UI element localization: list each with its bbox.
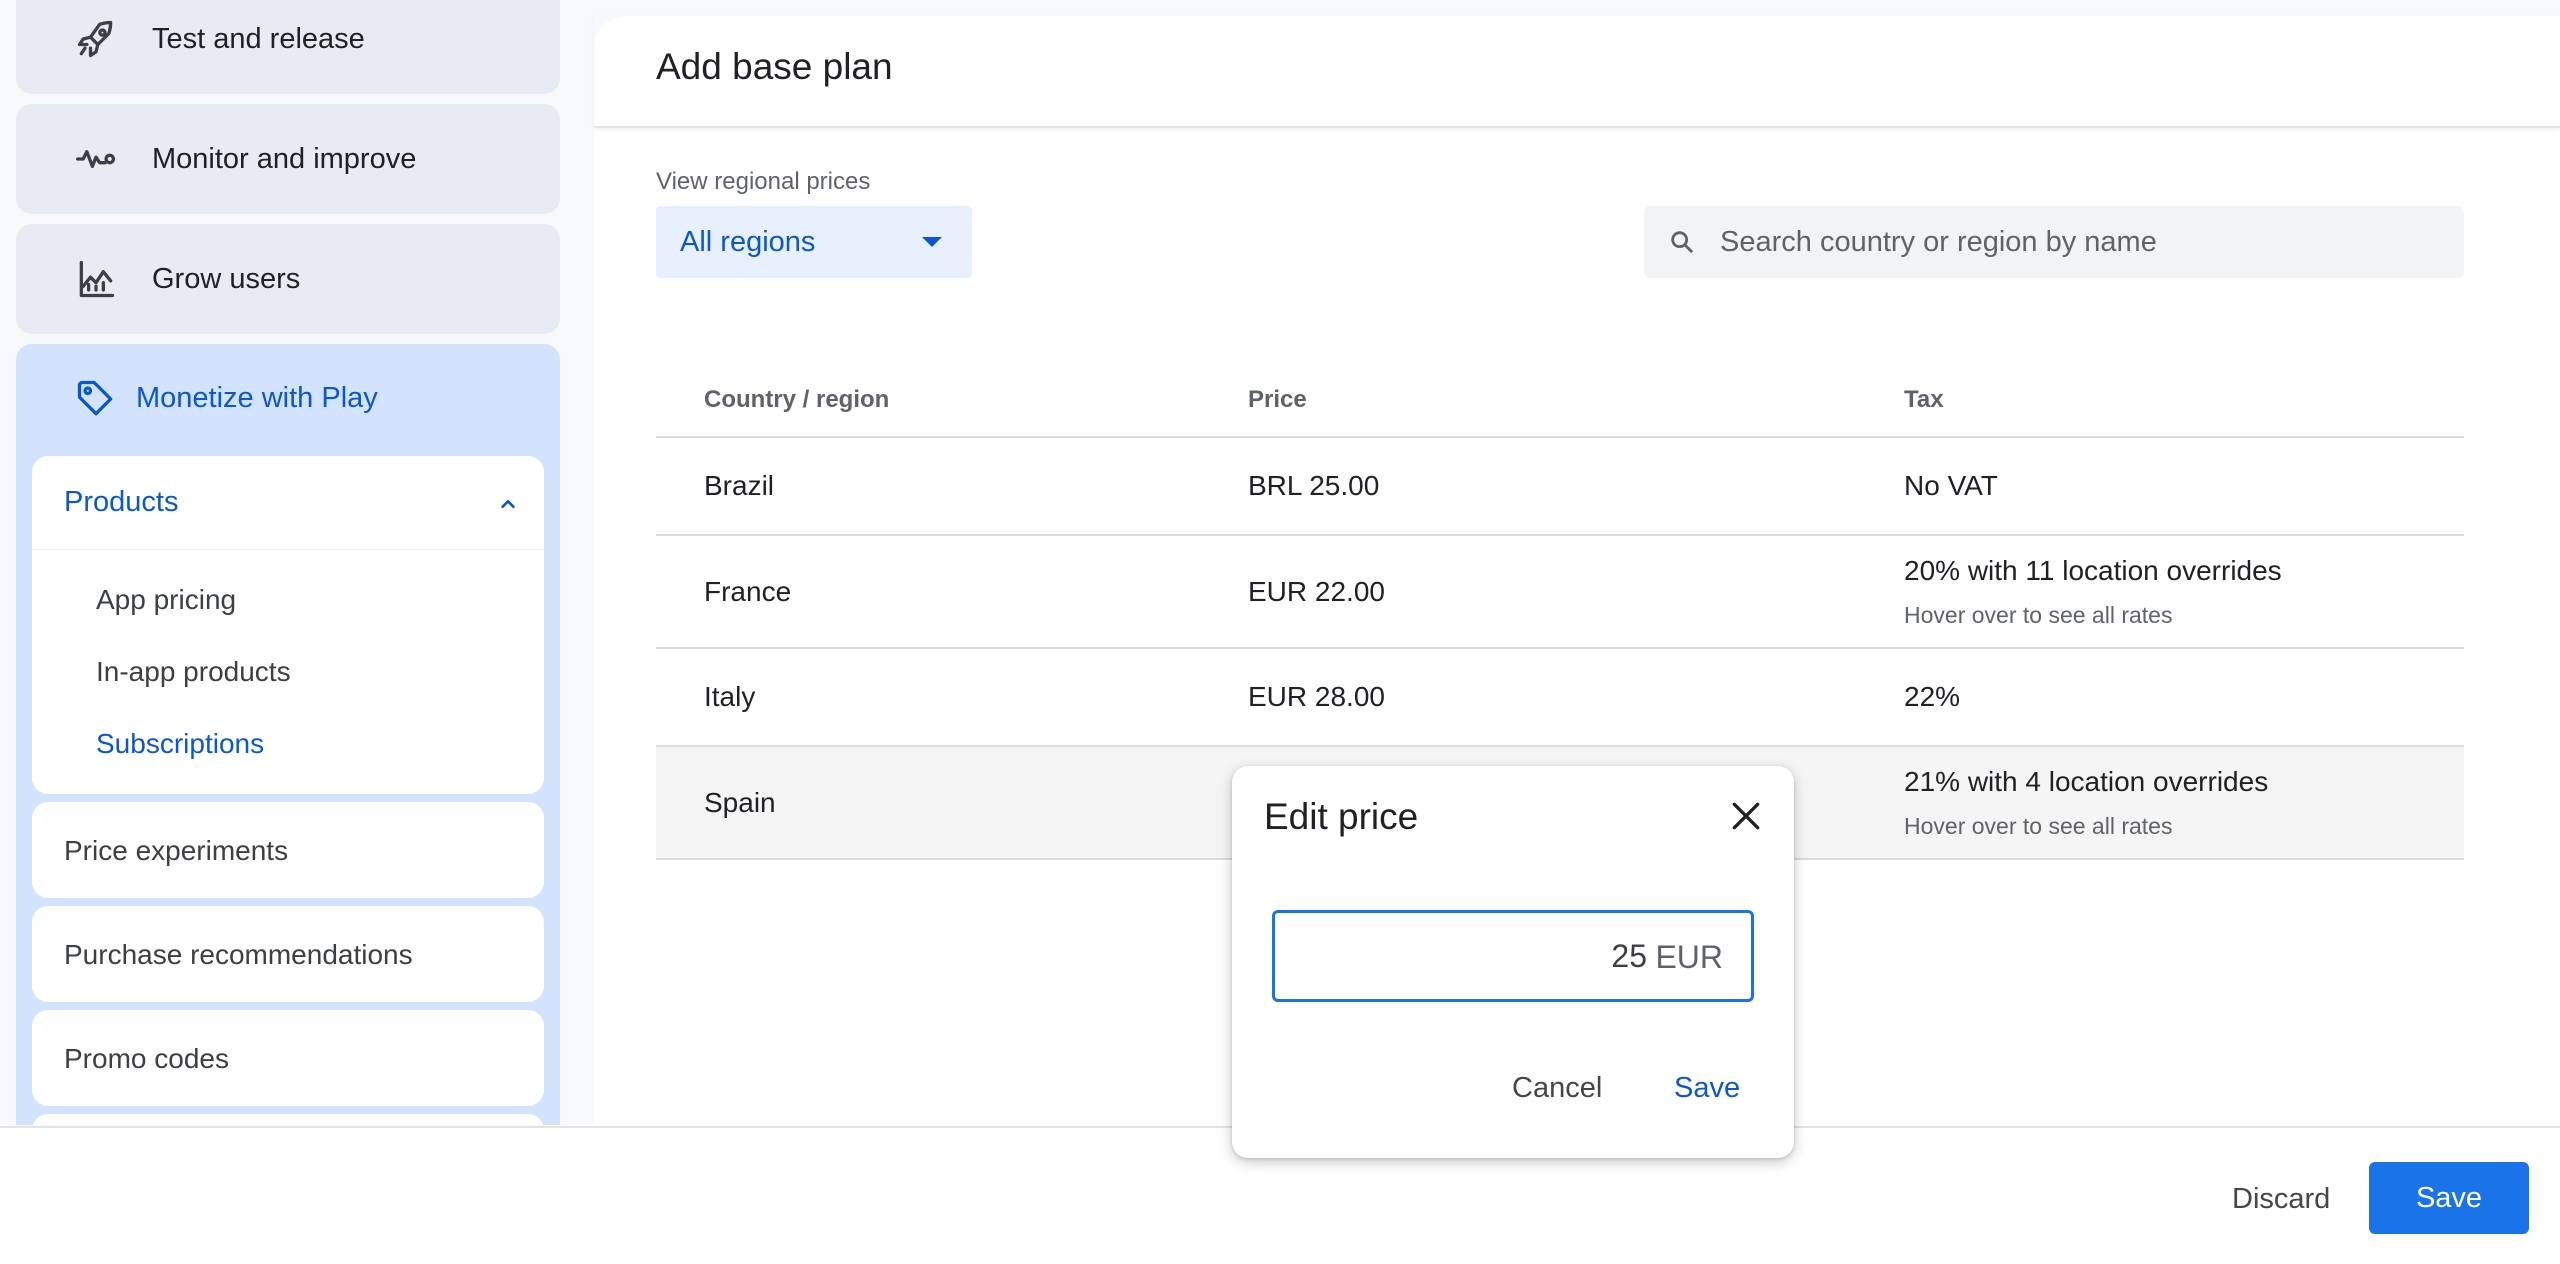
- dropdown-arrow-icon: [922, 237, 942, 247]
- sidebar-item-app-pricing[interactable]: App pricing: [96, 584, 236, 616]
- price-input[interactable]: [1287, 913, 1647, 999]
- discard-button[interactable]: Discard: [2220, 1164, 2342, 1234]
- price-cell[interactable]: EUR 28.00: [1248, 681, 1385, 713]
- tax-cell: No VAT: [1904, 470, 1998, 501]
- products-toggle[interactable]: Products: [32, 456, 544, 550]
- edit-price-dialog: Edit price EUR Cancel Save: [1232, 766, 1794, 1158]
- tax-hover-hint: Hover over to see all rates: [1904, 813, 2173, 839]
- country-cell: France: [704, 576, 792, 607]
- products-label: Products: [64, 486, 179, 518]
- table-row[interactable]: France EUR 22.00 20% with 11 location ov…: [656, 536, 2464, 649]
- nav-label: Monetize with Play: [136, 382, 378, 414]
- dialog-save-button[interactable]: Save: [1664, 1066, 1750, 1111]
- close-icon[interactable]: [1726, 796, 1766, 836]
- tag-icon: [56, 359, 136, 439]
- sidebar-item-label: Price experiments: [64, 835, 289, 866]
- sidebar-item-in-app-products[interactable]: In-app products: [96, 656, 291, 688]
- page-header: Add base plan: [594, 16, 2560, 128]
- growth-chart-icon: [56, 239, 136, 319]
- sidebar-item-subscriptions[interactable]: Subscriptions: [96, 728, 264, 760]
- price-cell[interactable]: BRL 25.00: [1248, 470, 1379, 502]
- tax-cell: 22%: [1904, 681, 1961, 712]
- sidebar-item-price-experiments[interactable]: Price experiments: [32, 802, 544, 898]
- table-row[interactable]: Brazil BRL 25.00 No VAT: [656, 438, 2464, 536]
- sidebar: Test and release Monitor and improve Gro…: [0, 0, 594, 1125]
- cancel-button[interactable]: Cancel: [1502, 1066, 1612, 1111]
- price-input-field[interactable]: EUR: [1272, 910, 1754, 1002]
- country-cell: Brazil: [704, 470, 775, 501]
- price-cell[interactable]: EUR 22.00: [1248, 576, 1385, 608]
- tax-cell[interactable]: 20% with 11 location overrides: [1904, 555, 2282, 587]
- nav-label: Monitor and improve: [152, 142, 417, 175]
- sidebar-item-next[interactable]: [32, 1114, 544, 1125]
- dialog-title: Edit price: [1264, 796, 1419, 837]
- nav-label: Grow users: [152, 262, 301, 295]
- currency-suffix: EUR: [1655, 939, 1723, 975]
- nav-label: Test and release: [152, 22, 365, 55]
- search-icon: [1668, 228, 1696, 256]
- search-input[interactable]: [1720, 206, 2440, 278]
- table-header: Country / region Price Tax: [656, 352, 2464, 438]
- sidebar-item-purchase-recommendations[interactable]: Purchase recommendations: [32, 906, 544, 1002]
- sidebar-item-label: Purchase recommendations: [64, 939, 413, 970]
- column-header-tax: Tax: [1904, 386, 1944, 413]
- vitals-icon: [56, 119, 136, 199]
- country-cell: Italy: [704, 681, 756, 712]
- country-cell: Spain: [704, 787, 776, 818]
- search-region[interactable]: [1644, 206, 2464, 278]
- nav-monitor-and-improve[interactable]: Monitor and improve: [16, 104, 560, 214]
- monetize-section: Monetize with Play Products App pricing …: [16, 344, 560, 1125]
- nav-grow-users[interactable]: Grow users: [16, 224, 560, 334]
- nav-monetize-with-play[interactable]: Monetize with Play: [16, 344, 560, 454]
- tax-cell[interactable]: 21% with 4 location overrides: [1904, 766, 2268, 798]
- nav-test-and-release[interactable]: Test and release: [16, 0, 560, 94]
- sidebar-item-promo-codes[interactable]: Promo codes: [32, 1010, 544, 1106]
- region-select[interactable]: All regions: [656, 206, 972, 278]
- region-select-value: All regions: [680, 225, 816, 258]
- chevron-up-icon: [492, 488, 524, 520]
- column-header-country: Country / region: [704, 386, 890, 413]
- region-filter-label: View regional prices: [656, 168, 871, 195]
- products-menu: Products App pricing In-app products Sub…: [32, 456, 544, 794]
- page-title: Add base plan: [656, 46, 893, 87]
- save-button[interactable]: Save: [2369, 1162, 2529, 1234]
- table-row[interactable]: Italy EUR 28.00 22%: [656, 649, 2464, 747]
- rocket-icon: [56, 0, 136, 79]
- column-header-price: Price: [1248, 386, 1307, 413]
- sidebar-item-label: Promo codes: [64, 1043, 229, 1074]
- tax-hover-hint: Hover over to see all rates: [1904, 602, 2173, 628]
